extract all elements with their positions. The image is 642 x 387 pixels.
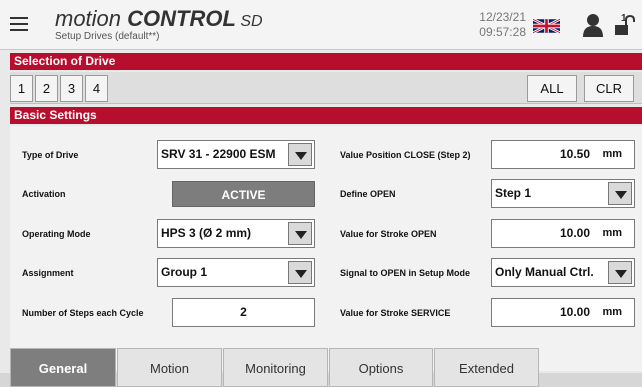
hamburger-menu-icon[interactable] [10,17,28,31]
chevron-down-icon[interactable] [608,261,632,284]
clr-button[interactable]: CLR [584,75,634,102]
stroke-service-input[interactable]: 10.00 mm [491,298,635,327]
operating-mode-value: HPS 3 (Ø 2 mm) [161,226,252,240]
drive-2-button[interactable]: 2 [35,75,58,102]
tab-general[interactable]: General [10,348,116,387]
type-of-drive-value: SRV 31 - 22900 ESM [161,147,276,161]
brand-motion: motion [55,6,128,31]
page-subtitle: Setup Drives (default**) [55,31,160,42]
chevron-down-icon[interactable] [288,143,312,166]
chevron-down-icon[interactable] [608,182,632,205]
tab-monitoring[interactable]: Monitoring [223,348,328,387]
signal-open-label: Signal to OPEN in Setup Mode [340,268,471,278]
drive-1-button[interactable]: 1 [10,75,33,102]
stroke-open-unit: mm [602,227,622,239]
activation-label: Activation [22,189,66,199]
stroke-service-label: Value for Stroke SERVICE [340,308,451,318]
define-open-select[interactable]: Step 1 [491,179,635,208]
drive-3-button[interactable]: 3 [60,75,83,102]
steps-per-cycle-label: Number of Steps each Cycle [22,308,144,318]
stroke-open-value: 10.00 [559,226,590,240]
unlock-icon[interactable]: 1 [613,12,635,36]
tab-motion[interactable]: Motion [117,348,222,387]
assignment-select[interactable]: Group 1 [157,258,315,287]
define-open-value: Step 1 [495,186,532,200]
steps-per-cycle-value: 2 [240,305,247,319]
stroke-open-label: Value for Stroke OPEN [340,229,437,239]
datetime-display: 12/23/21 09:57:28 [476,10,526,40]
brand-control: CONTROL [127,6,236,31]
steps-per-cycle-input[interactable]: 2 [172,298,315,327]
stroke-service-unit: mm [602,306,622,318]
pos-close-value: 10.50 [559,147,590,161]
pos-close-input[interactable]: 10.50 mm [491,140,635,169]
pos-close-label: Value Position CLOSE (Step 2) [340,150,471,160]
assignment-value: Group 1 [161,265,208,279]
date-text: 12/23/21 [479,10,526,24]
signal-open-value: Only Manual Ctrl. [495,265,594,279]
selection-of-drive-header: Selection of Drive [10,53,642,70]
tab-extended[interactable]: Extended [434,348,539,387]
stroke-service-value: 10.00 [559,305,590,319]
drive-4-button[interactable]: 4 [85,75,108,102]
drive-selection-row: 1 2 3 4 ALL CLR [10,72,642,104]
user-icon[interactable] [583,13,603,37]
activation-toggle[interactable]: ACTIVE [172,181,315,207]
all-button[interactable]: ALL [527,75,577,102]
type-of-drive-label: Type of Drive [22,150,79,160]
type-of-drive-select[interactable]: SRV 31 - 22900 ESM [157,140,315,169]
brand-sd: SD [235,13,263,30]
define-open-label: Define OPEN [340,189,396,199]
operating-mode-label: Operating Mode [22,229,91,239]
basic-settings-header: Basic Settings [10,107,642,124]
chevron-down-icon[interactable] [288,222,312,245]
signal-open-select[interactable]: Only Manual Ctrl. [491,258,635,287]
time-text: 09:57:28 [479,25,526,39]
tab-options[interactable]: Options [329,348,433,387]
uk-flag-icon[interactable] [533,19,560,33]
pos-close-unit: mm [602,148,622,160]
chevron-down-icon[interactable] [288,261,312,284]
app-logo: motion CONTROL SD [55,6,263,32]
operating-mode-select[interactable]: HPS 3 (Ø 2 mm) [157,219,315,248]
stroke-open-input[interactable]: 10.00 mm [491,219,635,248]
assignment-label: Assignment [22,268,74,278]
app-header: motion CONTROL SD Setup Drives (default*… [0,0,642,50]
